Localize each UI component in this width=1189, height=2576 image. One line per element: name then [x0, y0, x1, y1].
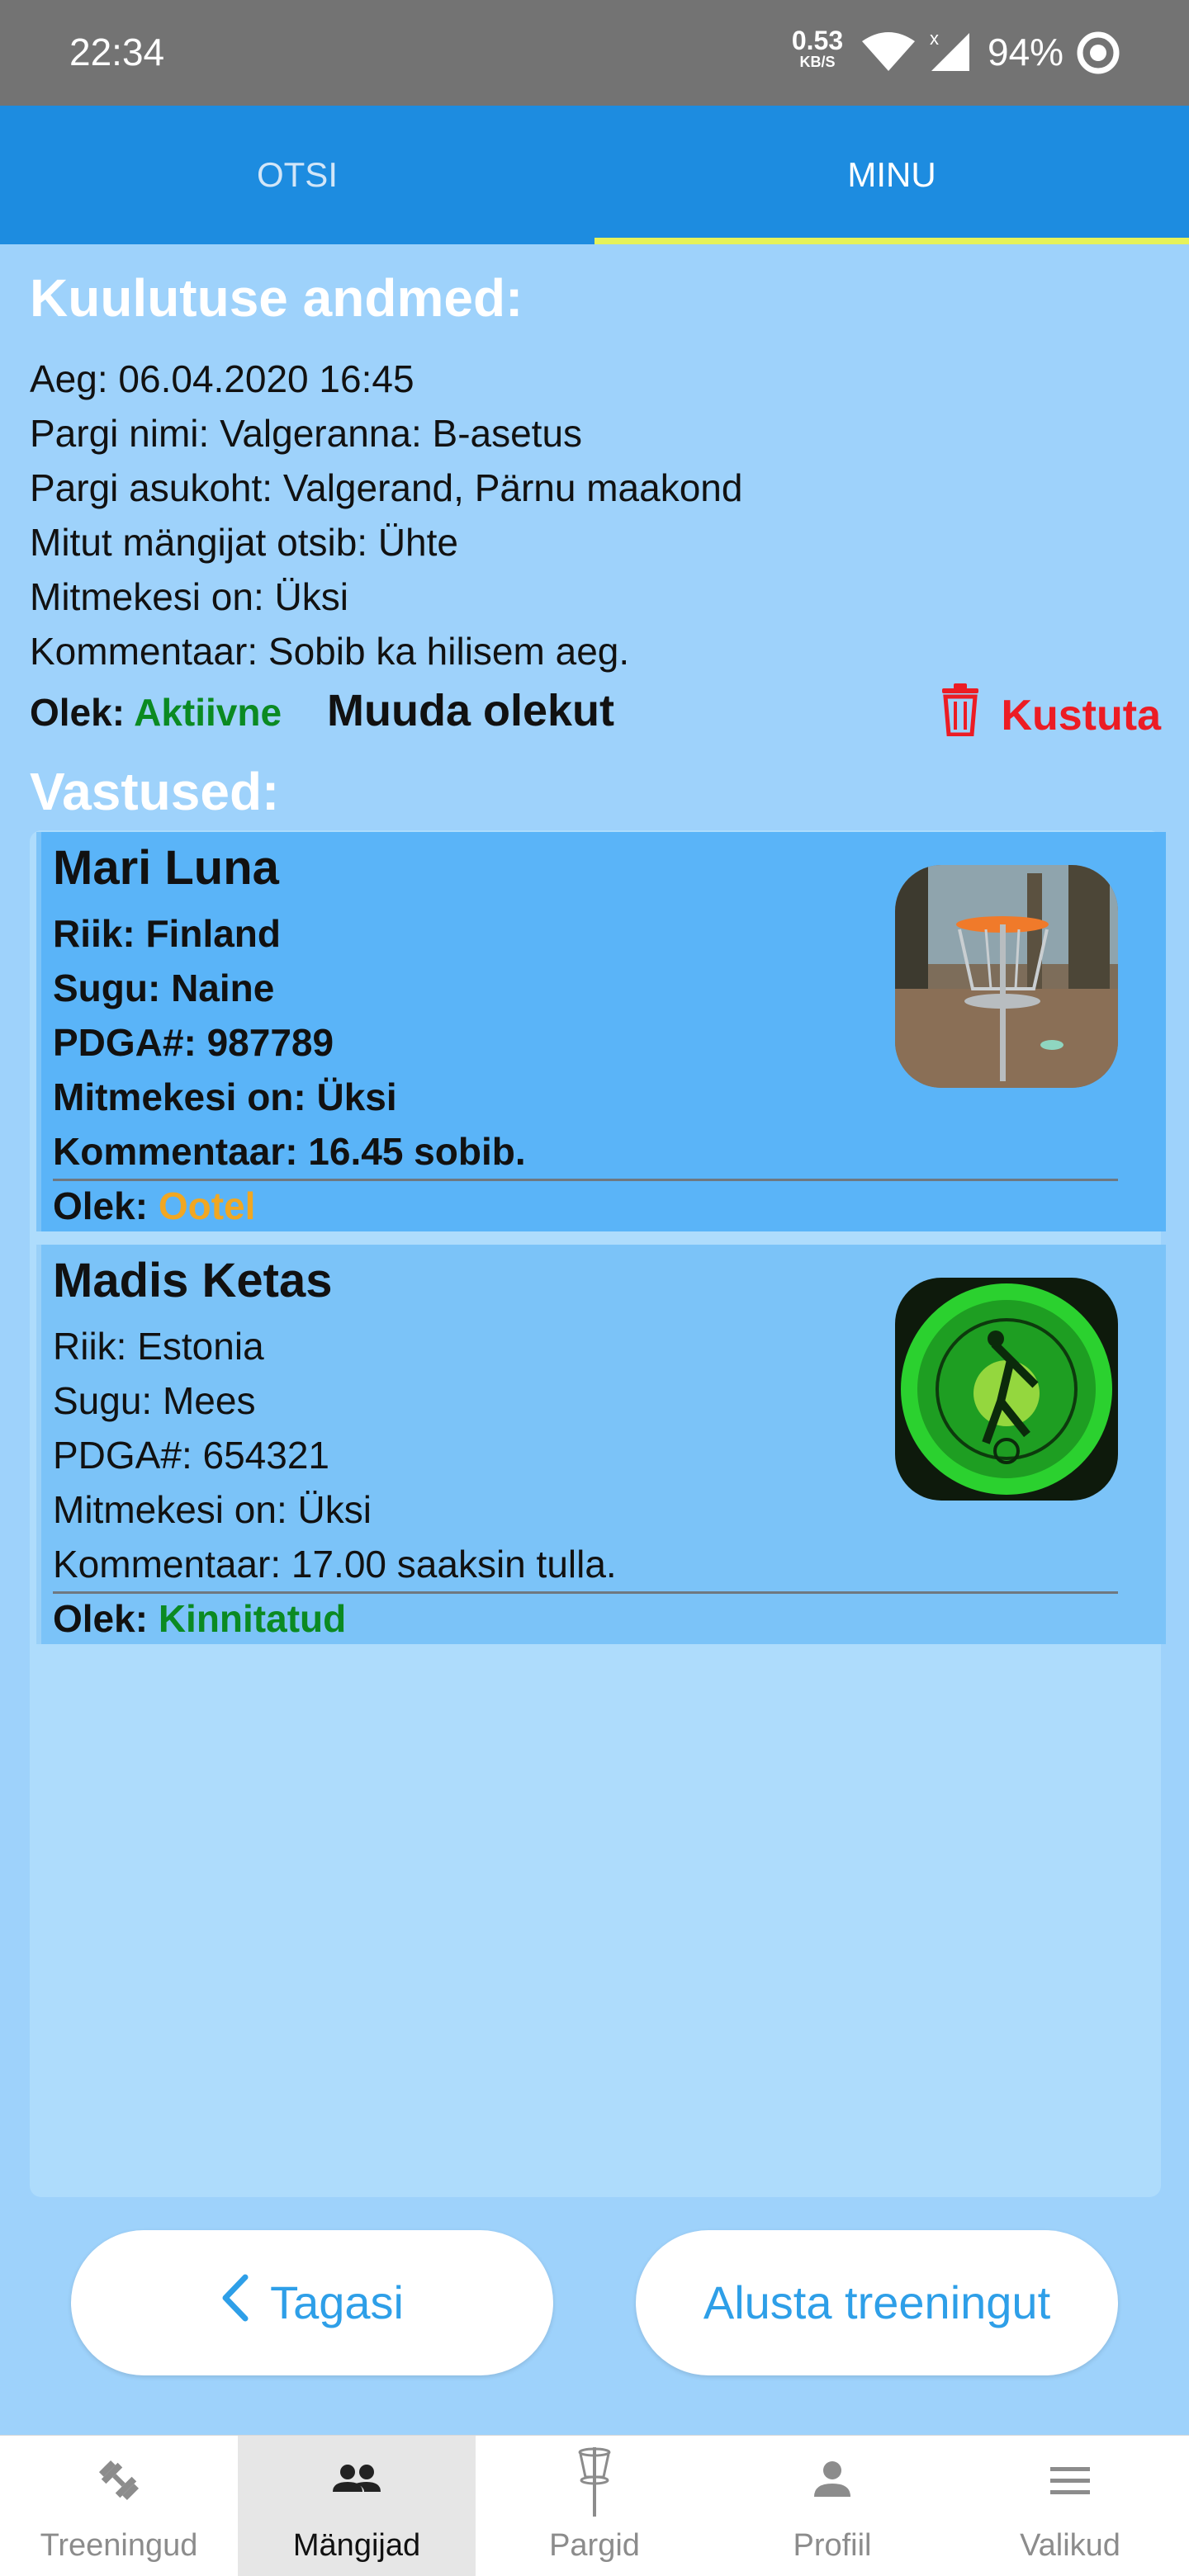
nav-item-mangijad[interactable]: Mängijad: [238, 2436, 476, 2576]
listing-state-value: Aktiivne: [134, 691, 282, 734]
delete-label: Kustuta: [1001, 691, 1161, 740]
person-icon: [713, 2454, 951, 2507]
response-comment: Kommentaar: 17.00 saaksin tulla.: [53, 1543, 617, 1586]
back-label: Tagasi: [270, 2276, 404, 2328]
avatar-disc-photo: [895, 1278, 1118, 1501]
tab-indicator: [594, 238, 1189, 244]
avatar-basket-photo: [895, 865, 1118, 1088]
response-comment: Kommentaar: 16.45 sobib.: [53, 1130, 526, 1173]
response-pdga: PDGA#: 654321: [53, 1434, 330, 1477]
response-state-label: Olek:: [53, 1184, 149, 1227]
response-state-value: Kinnitatud: [158, 1597, 347, 1640]
menu-icon: [951, 2454, 1189, 2507]
nav-item-pargid[interactable]: Pargid: [476, 2436, 713, 2576]
divider: [53, 1591, 1118, 1594]
response-name: Mari Luna: [53, 841, 279, 895]
response-pdga: PDGA#: 987789: [53, 1021, 334, 1064]
response-state-label: Olek:: [53, 1597, 149, 1640]
listing-heading: Kuulutuse andmed:: [30, 268, 523, 328]
delete-button[interactable]: Kustuta: [940, 683, 1161, 747]
divider: [53, 1179, 1118, 1181]
start-training-button[interactable]: Alusta treeningut: [636, 2230, 1118, 2375]
response-country: Riik: Estonia: [53, 1325, 264, 1368]
network-speed-value: 0.53: [791, 26, 844, 55]
listing-park-location: Pargi asukoht: Valgerand, Pärnu maakond: [30, 466, 743, 509]
dumbbell-icon: [0, 2454, 238, 2507]
change-state-button[interactable]: Muuda olekut: [327, 685, 614, 736]
listing-state-row: Olek: Aktiivne Muuda olekut Kustuta: [30, 683, 1161, 748]
battery-percent: 94%: [988, 31, 1064, 73]
listing-comment: Kommentaar: Sobib ka hilisem aeg.: [30, 630, 630, 673]
nav-item-valikud[interactable]: Valikud: [951, 2436, 1189, 2576]
bottom-nav: Treeningud Mängijad Pargid Profiil Valik…: [0, 2435, 1189, 2576]
battery-ring-icon: [1075, 30, 1121, 80]
nav-label: Mängijad: [292, 2528, 421, 2563]
listing-group-size: Mitmekesi on: Üksi: [30, 575, 348, 618]
response-gender: Sugu: Naine: [53, 967, 275, 1009]
chevron-left-icon: [220, 2233, 249, 2379]
listing-state-label: Olek:: [30, 691, 126, 734]
response-card[interactable]: Madis Ketas Riik: Estonia Sugu: Mees PDG…: [36, 1245, 1166, 1644]
status-time: 22:34: [69, 31, 165, 73]
nav-label: Profiil: [793, 2528, 872, 2563]
nav-label: Pargid: [549, 2528, 640, 2563]
response-group-size: Mitmekesi on: Üksi: [53, 1488, 372, 1531]
disc-golf-basket-icon: [476, 2444, 713, 2518]
nav-label: Valikud: [1020, 2528, 1120, 2563]
tab-otsi[interactable]: OTSI: [0, 106, 594, 244]
responses-list: Mari Luna Riik: Finland Sugu: Naine PDGA…: [30, 830, 1166, 2197]
network-speed-unit: KB/S: [799, 54, 836, 70]
responses-heading: Vastused:: [30, 762, 280, 821]
response-state: Olek: Ootel: [53, 1184, 255, 1228]
response-country: Riik: Finland: [53, 912, 281, 955]
trash-icon: [940, 683, 981, 747]
listing-state: Olek: Aktiivne: [30, 690, 282, 735]
status-bar: 22:34 0.53 KB/S x 94%: [0, 0, 1189, 106]
response-name: Madis Ketas: [53, 1254, 333, 1307]
tab-minu[interactable]: MINU: [594, 106, 1189, 244]
people-icon: [238, 2454, 476, 2507]
listing-time: Aeg: 06.04.2020 16:45: [30, 357, 414, 400]
response-state: Olek: Kinnitatud: [53, 1596, 346, 1641]
response-state-value: Ootel: [158, 1184, 256, 1227]
nav-item-profiil[interactable]: Profiil: [713, 2436, 951, 2576]
response-group-size: Mitmekesi on: Üksi: [53, 1075, 397, 1118]
wifi-icon: [860, 30, 917, 77]
tab-bar: OTSI MINU: [0, 106, 1189, 244]
listing-park-name: Pargi nimi: Valgeranna: B-asetus: [30, 412, 583, 455]
response-card[interactable]: Mari Luna Riik: Finland Sugu: Naine PDGA…: [36, 832, 1166, 1231]
signal-icon: x: [925, 28, 973, 78]
nav-item-treeningud[interactable]: Treeningud: [0, 2436, 238, 2576]
network-speed: 0.53 KB/S: [784, 26, 850, 69]
back-button[interactable]: Tagasi: [71, 2230, 553, 2375]
svg-text:x: x: [930, 28, 939, 49]
response-gender: Sugu: Mees: [53, 1379, 256, 1422]
listing-players-wanted: Mitut mängijat otsib: Ühte: [30, 521, 459, 564]
nav-label: Treeningud: [40, 2528, 198, 2563]
